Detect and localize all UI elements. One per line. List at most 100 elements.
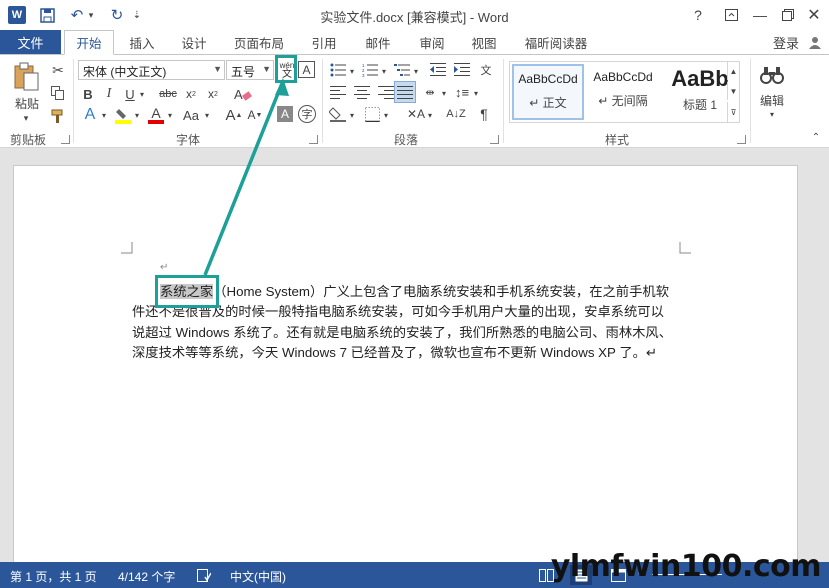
- align-right-icon[interactable]: [376, 83, 396, 101]
- chinese-layout-icon[interactable]: 文: [476, 61, 496, 79]
- document-page[interactable]: ↵ 系统之家（Home System）广义上包含了电脑系统安装和手机系统安装，在…: [13, 165, 798, 562]
- word-count[interactable]: 4/142 个字: [118, 568, 175, 585]
- text-effects-dropdown-icon[interactable]: ▾: [100, 109, 108, 121]
- change-case-dropdown-icon[interactable]: ▾: [203, 109, 211, 121]
- minimize-icon[interactable]: —: [748, 4, 772, 26]
- tab-page-layout[interactable]: 页面布局: [224, 30, 294, 54]
- tab-mailings[interactable]: 邮件: [354, 30, 402, 54]
- margin-corner-top-right: [679, 242, 691, 254]
- borders-icon[interactable]: [362, 105, 382, 123]
- font-name-value: 宋体 (中文正文): [83, 65, 167, 79]
- tab-insert[interactable]: 插入: [118, 30, 166, 54]
- subscript-icon[interactable]: x2: [182, 85, 200, 103]
- paragraph-launcher-icon[interactable]: [490, 135, 499, 144]
- character-border-icon[interactable]: A: [298, 61, 315, 78]
- highlight-color-icon[interactable]: [113, 105, 133, 125]
- asian-layout-dropdown-icon[interactable]: ▾: [426, 109, 434, 121]
- numbering-icon[interactable]: 123: [360, 61, 380, 79]
- tab-design[interactable]: 设计: [170, 30, 218, 54]
- font-size-value: 五号: [231, 65, 256, 79]
- chevron-down-icon: ▼: [213, 64, 222, 74]
- paste-button[interactable]: 粘贴: [10, 95, 44, 111]
- style-normal[interactable]: AaBbCcDd ↵ 正文: [512, 64, 584, 120]
- tab-review[interactable]: 审阅: [408, 30, 456, 54]
- distributed-dropdown-icon[interactable]: ▾: [440, 87, 448, 99]
- font-color-icon[interactable]: A: [146, 105, 166, 125]
- sign-in-link[interactable]: 登录: [773, 33, 799, 52]
- cut-icon[interactable]: ✂: [49, 61, 67, 79]
- paragraph-group-label: 段落: [394, 133, 419, 147]
- multilevel-list-icon[interactable]: [392, 61, 412, 79]
- clear-formatting-icon[interactable]: A: [232, 85, 254, 103]
- ribbon-display-options-icon[interactable]: [719, 4, 743, 26]
- account-icon[interactable]: [807, 34, 823, 50]
- help-button[interactable]: ?: [686, 4, 710, 26]
- tab-home[interactable]: 开始: [64, 30, 114, 55]
- vertical-scrollbar[interactable]: [812, 148, 829, 562]
- format-painter-icon[interactable]: [49, 107, 67, 125]
- superscript-icon[interactable]: x2: [204, 85, 222, 103]
- numbering-dropdown-icon[interactable]: ▾: [380, 65, 388, 77]
- decrease-indent-icon[interactable]: [428, 61, 448, 79]
- watermark-logo: ylmfwin100.com: [550, 549, 822, 584]
- enclose-characters-icon[interactable]: 字: [298, 105, 316, 123]
- line-spacing-dropdown-icon[interactable]: ▾: [472, 87, 480, 99]
- character-shading-icon[interactable]: A: [277, 106, 293, 122]
- bullets-dropdown-icon[interactable]: ▾: [348, 65, 356, 77]
- align-left-icon[interactable]: [328, 83, 348, 101]
- collapse-ribbon-icon[interactable]: ⌃: [810, 131, 822, 143]
- font-size-dropdown[interactable]: 五号 ▼: [226, 60, 274, 80]
- underline-dropdown-icon[interactable]: ▾: [138, 87, 146, 101]
- proofing-icon[interactable]: [196, 568, 212, 582]
- tab-references[interactable]: 引用: [300, 30, 348, 54]
- page-count[interactable]: 第 1 页，共 1 页: [10, 568, 97, 585]
- font-name-dropdown[interactable]: 宋体 (中文正文) ▼: [78, 60, 225, 80]
- ribbon-tabs: 文件 开始 插入 设计 页面布局 引用 邮件 审阅 视图 福昕阅读器 登录: [0, 30, 829, 55]
- change-case-icon[interactable]: Aa: [179, 105, 203, 125]
- font-color-dropdown-icon[interactable]: ▾: [166, 109, 174, 121]
- borders-dropdown-icon[interactable]: ▾: [382, 109, 390, 121]
- restore-icon[interactable]: [776, 4, 800, 26]
- bullets-icon[interactable]: [328, 61, 348, 79]
- paste-icon[interactable]: [12, 61, 42, 93]
- editing-dropdown-icon[interactable]: ▾: [766, 109, 778, 119]
- styles-launcher-icon[interactable]: [737, 135, 746, 144]
- justify-icon[interactable]: [394, 81, 416, 103]
- distributed-icon[interactable]: ⇹: [420, 83, 440, 101]
- style-no-spacing[interactable]: AaBbCcDd ↵ 无间隔: [587, 64, 659, 120]
- asian-layout-icon[interactable]: ✕A: [406, 105, 426, 123]
- document-area[interactable]: ↵ 系统之家（Home System）广义上包含了电脑系统安装和手机系统安装，在…: [0, 148, 829, 562]
- increase-indent-icon[interactable]: [452, 61, 472, 79]
- styles-scroll-down-icon[interactable]: ▼: [727, 82, 739, 100]
- shading-dropdown-icon[interactable]: ▾: [348, 109, 356, 121]
- show-marks-icon[interactable]: ¶: [474, 105, 494, 123]
- shrink-font-icon[interactable]: A ▼: [246, 105, 264, 125]
- paste-dropdown-icon[interactable]: ▾: [16, 113, 36, 123]
- editing-button[interactable]: 编辑: [755, 92, 789, 108]
- text-line: 深度技术等等系统，今天 Windows 7 已经普及了，微软也宣布不更新 Win…: [132, 345, 658, 361]
- close-icon[interactable]: ✕: [802, 4, 826, 26]
- grow-font-icon[interactable]: A ▲: [225, 105, 243, 125]
- font-launcher-icon[interactable]: [309, 135, 318, 144]
- italic-icon[interactable]: I: [101, 85, 117, 103]
- strikethrough-icon[interactable]: abc: [155, 85, 181, 103]
- clipboard-launcher-icon[interactable]: [61, 135, 70, 144]
- bold-icon[interactable]: B: [80, 85, 96, 103]
- styles-more-icon[interactable]: ⊽: [727, 102, 739, 122]
- text-run: （Home System）广义上包含了电脑系统安装和手机系统安装，在之前手机软: [213, 284, 669, 299]
- underline-icon[interactable]: U: [122, 85, 138, 103]
- tab-file[interactable]: 文件: [0, 30, 61, 54]
- text-effects-icon[interactable]: A: [80, 105, 100, 125]
- multilevel-dropdown-icon[interactable]: ▾: [412, 65, 420, 77]
- align-center-icon[interactable]: [352, 83, 372, 101]
- language-indicator[interactable]: 中文(中国): [230, 568, 286, 585]
- line-spacing-icon[interactable]: ↕≡: [452, 83, 472, 101]
- copy-icon[interactable]: [49, 84, 67, 102]
- tab-foxit-reader[interactable]: 福昕阅读器: [514, 30, 598, 54]
- sort-icon[interactable]: A↓Z: [446, 105, 466, 123]
- tab-view[interactable]: 视图: [460, 30, 508, 54]
- highlight-dropdown-icon[interactable]: ▾: [133, 109, 141, 121]
- styles-scroll-up-icon[interactable]: ▲: [727, 62, 739, 80]
- find-binoculars-icon[interactable]: [758, 61, 786, 89]
- shading-icon[interactable]: [328, 105, 348, 123]
